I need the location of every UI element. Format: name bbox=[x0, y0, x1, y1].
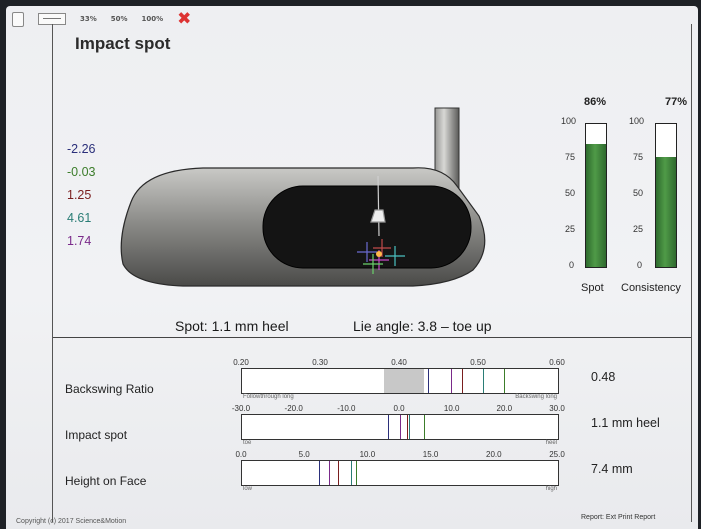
row-value: 0.48 bbox=[591, 370, 616, 384]
bar-left-end-label: Followthrough long bbox=[243, 394, 294, 400]
metric-bar bbox=[241, 368, 559, 394]
row-label: Height on Face bbox=[65, 474, 147, 488]
bar-mark bbox=[461, 369, 463, 393]
scale-tick-label: 0.60 bbox=[549, 358, 565, 367]
report-name: Report: Ext Print Report bbox=[581, 514, 656, 521]
scale-tick-label: 0.0 bbox=[235, 450, 247, 459]
bar-mark bbox=[482, 369, 484, 393]
putter-head-image bbox=[120, 107, 486, 287]
bar-mark bbox=[424, 415, 426, 439]
metric-bar bbox=[241, 460, 559, 486]
page-icon[interactable] bbox=[12, 11, 24, 27]
metric-bar bbox=[241, 414, 559, 440]
scale-tick-label: 0.40 bbox=[391, 358, 407, 367]
screen: 33% 50% 100% ✖ Impact spot -2.26 -0.03 1… bbox=[6, 6, 698, 529]
scale-tick-label: 10.0 bbox=[443, 404, 460, 413]
bar-mark bbox=[451, 369, 453, 393]
bar-mark bbox=[409, 415, 411, 439]
zoom-50-button[interactable]: 50% bbox=[111, 15, 128, 23]
scale-tick-label: 20.0 bbox=[496, 404, 513, 413]
impact-value-5: 1.74 bbox=[67, 234, 92, 248]
row-value: 7.4 mm bbox=[591, 462, 633, 476]
consistency-gauge-label: Consistency bbox=[621, 282, 681, 294]
impact-value-4: 4.61 bbox=[67, 211, 92, 225]
spot-summary: Spot: 1.1 mm heel bbox=[175, 318, 289, 334]
report-panel: Impact spot -2.26 -0.03 1.25 4.61 1.74 8… bbox=[52, 24, 692, 522]
scale-tick-label: 20.0 bbox=[486, 450, 502, 459]
consistency-scale-50: 50 bbox=[633, 188, 644, 198]
consistency-scale-25: 25 bbox=[633, 224, 644, 234]
bar-right-end-label: heel bbox=[545, 440, 557, 446]
impact-value-1: -2.26 bbox=[67, 142, 96, 156]
bar-mark bbox=[319, 461, 321, 485]
bar-mark bbox=[428, 369, 430, 393]
spot-scale-100: 100 bbox=[561, 116, 577, 126]
scale-tick-label: 10.0 bbox=[359, 450, 376, 459]
scale-tick-label: -20.0 bbox=[284, 404, 303, 413]
bar-left-end-label: toe bbox=[243, 440, 252, 446]
zoom-100-button[interactable]: 100% bbox=[142, 15, 164, 23]
row-label: Backswing Ratio bbox=[65, 382, 154, 396]
spot-scale-50: 50 bbox=[565, 188, 576, 198]
bar-left-end-label: low bbox=[243, 486, 253, 492]
zoom-33-button[interactable]: 33% bbox=[80, 15, 97, 23]
bar-right-end-label: high bbox=[545, 486, 557, 492]
row-value: 1.1 mm heel bbox=[591, 416, 660, 430]
consistency-scale-75: 75 bbox=[633, 152, 644, 162]
consistency-scale-0: 0 bbox=[637, 260, 643, 270]
bar-mark bbox=[504, 369, 506, 393]
scale-tick-label: 0.0 bbox=[393, 404, 405, 413]
bar-mark bbox=[350, 461, 352, 485]
scale-tick-label: 0.20 bbox=[233, 358, 249, 367]
spot-scale-0: 0 bbox=[569, 260, 575, 270]
bar-mark bbox=[388, 415, 390, 439]
impact-value-3: 1.25 bbox=[67, 188, 92, 202]
scale-tick-label: -10.0 bbox=[337, 404, 356, 413]
impact-value-2: -0.03 bbox=[67, 165, 96, 179]
spot-gauge-label: Spot bbox=[581, 282, 604, 294]
bar-mark bbox=[399, 415, 401, 439]
bar-mark bbox=[355, 461, 357, 485]
scale-tick-label: 25.0 bbox=[549, 450, 565, 459]
spot-scale-75: 75 bbox=[565, 152, 576, 162]
panel-title: Impact spot bbox=[75, 34, 171, 53]
consistency-percent: 77% bbox=[665, 96, 688, 108]
consistency-gauge-fill bbox=[656, 156, 676, 267]
bar-range-shade bbox=[384, 369, 424, 393]
scale-tick-label: 0.50 bbox=[470, 358, 486, 367]
scale-tick-label: 15.0 bbox=[422, 450, 439, 459]
scale-tick-label: 30.0 bbox=[549, 404, 565, 413]
consistency-scale-100: 100 bbox=[629, 116, 645, 126]
scale-tick-label: 0.30 bbox=[312, 358, 328, 367]
bar-mark bbox=[406, 415, 408, 439]
section-divider bbox=[53, 337, 691, 338]
consistency-gauge bbox=[655, 123, 677, 268]
row-label: Impact spot bbox=[65, 428, 128, 442]
spot-gauge bbox=[585, 123, 607, 268]
bar-mark bbox=[329, 461, 331, 485]
spot-percent: 86% bbox=[584, 96, 607, 108]
spot-gauge-fill bbox=[586, 144, 606, 267]
bar-mark bbox=[338, 461, 340, 485]
lie-angle-summary: Lie angle: 3.8 – toe up bbox=[353, 318, 492, 334]
bar-right-end-label: Backswing long bbox=[515, 394, 557, 400]
spot-scale-25: 25 bbox=[565, 224, 576, 234]
scale-tick-label: 5.0 bbox=[298, 450, 310, 459]
scale-tick-label: -30.0 bbox=[231, 404, 251, 413]
copyright: Copyright (c) 2017 Science&Motion bbox=[16, 518, 127, 525]
